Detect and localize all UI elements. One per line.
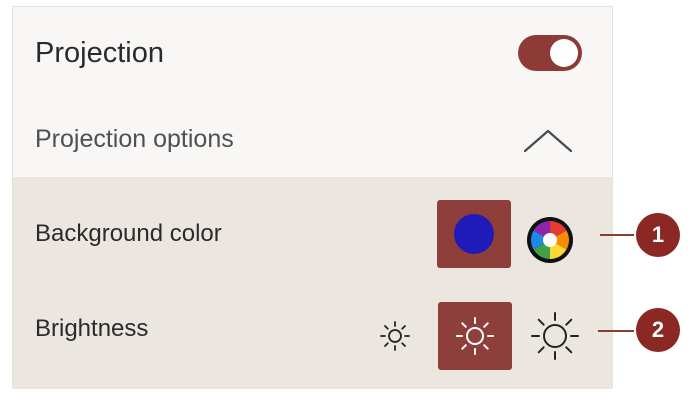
projection-options-submenu	[13, 177, 612, 389]
projection-settings-panel: Projection Projection options Background…	[12, 6, 613, 389]
sun-high-brightness-icon[interactable]	[531, 312, 579, 360]
sun-low-brightness-icon[interactable]	[379, 320, 411, 352]
toggle-knob	[550, 39, 578, 67]
background-color-label: Background color	[35, 220, 222, 247]
projection-options-label: Projection options	[35, 125, 234, 153]
blue-color-swatch	[454, 214, 494, 254]
screen: Projection Projection options Background…	[0, 0, 692, 393]
callout-badge-2: 2	[636, 308, 680, 352]
callout-badge-1: 1	[636, 213, 680, 257]
chevron-up-icon[interactable]	[521, 125, 575, 155]
projection-label: Projection	[35, 37, 164, 69]
sun-medium-brightness-icon	[456, 317, 494, 355]
selected-background-color-button[interactable]	[437, 200, 511, 268]
callout-line-2	[598, 330, 634, 332]
callout-line-1	[600, 234, 634, 236]
projection-toggle[interactable]	[518, 35, 582, 71]
selected-brightness-button[interactable]	[438, 302, 512, 370]
brightness-label: Brightness	[35, 315, 149, 342]
color-wheel-icon[interactable]	[525, 215, 575, 265]
